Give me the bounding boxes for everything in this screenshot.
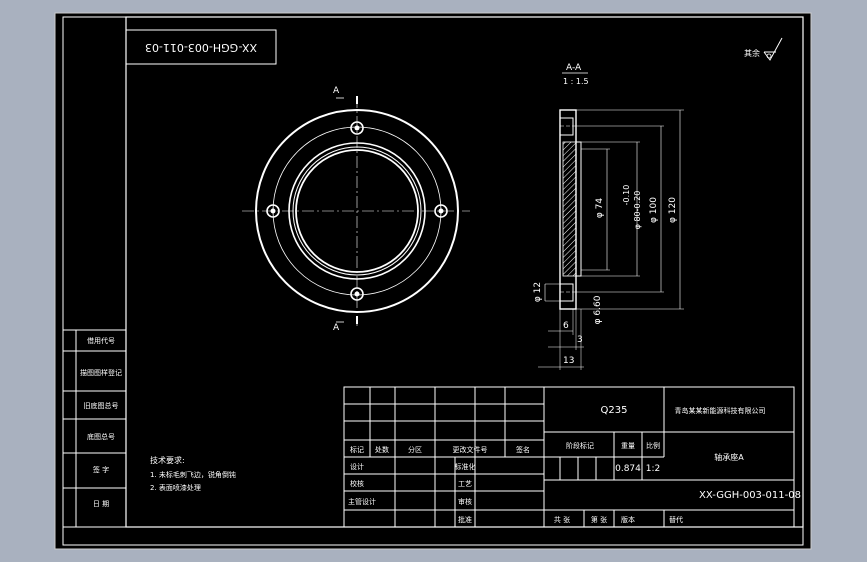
section-mark-bottom-label: A — [333, 323, 340, 333]
row-design-label: 设计 — [350, 462, 364, 471]
company-name: 青岛某某新能源科技有限公司 — [675, 406, 766, 415]
header-cell-4: 签名 — [516, 445, 530, 454]
row-chief-label: 主管设计 — [348, 497, 376, 506]
material-value: Q235 — [601, 405, 628, 416]
roughness-label: 其余 — [744, 48, 760, 58]
dim-d80-upper: -0.10 — [622, 185, 631, 206]
drawing-sheet — [54, 12, 812, 550]
section-view-scale: 1 : 1.5 — [563, 77, 589, 86]
footer-sheet-number: 第 张 — [591, 515, 607, 524]
scale-label: 比例 — [646, 441, 660, 450]
header-cell-3: 更改文件号 — [453, 445, 488, 454]
section-view-label: A-A — [566, 63, 582, 73]
weight-label: 重量 — [621, 442, 635, 450]
row-standard-label: 标准化 — [455, 462, 476, 471]
drawing-number: XX-GGH-003-011-08 — [699, 490, 801, 501]
row-process-label: 工艺 — [458, 480, 472, 488]
footer-replace: 替代 — [669, 515, 683, 524]
scale-value: 1:2 — [646, 464, 660, 474]
section-mark-top-label: A — [333, 86, 340, 96]
dim-d12-label: φ 12 — [533, 282, 543, 302]
tech-note-1: 1. 未标毛刺飞边，锐角倒钝 — [150, 470, 236, 479]
tech-note-2: 2. 表面喷漆处理 — [150, 483, 201, 492]
header-cell-0: 标记 — [350, 445, 364, 454]
stage-label: 阶段标记 — [566, 441, 594, 450]
left-strip-label-4: 签 字 — [93, 465, 109, 474]
dim-d120: φ 120 — [668, 197, 678, 223]
left-strip-label-0: 借用代号 — [87, 336, 115, 345]
dim-d74: φ 74 — [595, 198, 605, 219]
tech-notes-title: 技术要求: — [150, 455, 185, 465]
dim-w3: 3 — [577, 335, 583, 345]
left-strip-label-3: 底图总号 — [87, 432, 115, 441]
row-review-label: 审核 — [458, 497, 472, 506]
left-strip-label-2: 旧底图总号 — [84, 401, 119, 410]
flange-hatch — [562, 141, 577, 277]
header-cell-1: 处数 — [375, 445, 389, 454]
mirrored-drawing-number: XX-GGH-003-011-03 — [145, 41, 257, 54]
part-name: 轴承座A — [714, 452, 744, 462]
dim-d80: φ 80-0.20 — [633, 191, 642, 230]
left-strip-label-1: 描图图样登记 — [80, 368, 122, 377]
header-cell-2: 分区 — [408, 445, 422, 454]
row-check-label: 校核 — [350, 479, 364, 488]
left-strip-label-5: 日 期 — [93, 500, 109, 508]
footer-sheets-total: 共 张 — [554, 515, 570, 524]
dim-w13: 13 — [563, 356, 574, 366]
dim-d100: φ 100 — [649, 197, 659, 223]
weight-value: 0.874 — [615, 464, 641, 474]
footer-version: 版本 — [621, 515, 635, 524]
dim-d660: φ 6.60 — [593, 295, 603, 324]
row-approve-label: 批准 — [458, 515, 472, 524]
dim-w6: 6 — [563, 321, 569, 331]
cad-drawing-canvas[interactable]: XX-GGH-003-011-03 其余 A A A-A 1: 1.5 φ 1… — [0, 0, 867, 562]
